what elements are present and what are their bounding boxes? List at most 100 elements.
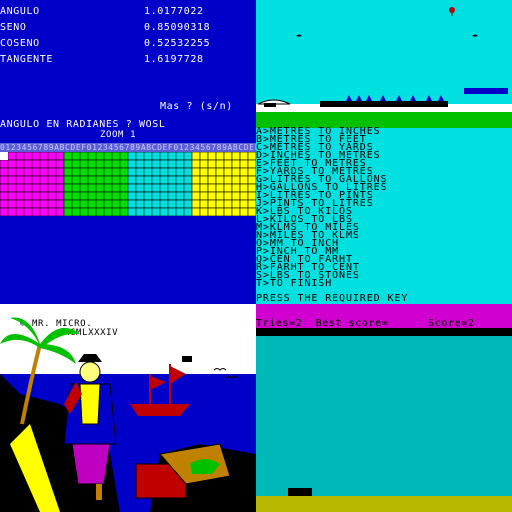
grid-cell	[47, 207, 57, 216]
trig-value: 1.6197728	[144, 54, 204, 65]
grid-cell	[223, 191, 233, 201]
color-grid[interactable]	[0, 152, 256, 216]
grid-cell	[175, 175, 185, 185]
grid-cell	[159, 167, 169, 177]
grid-cell	[0, 199, 9, 209]
grid-cell	[135, 199, 145, 209]
grid-cell	[63, 167, 73, 177]
grid-cell	[239, 191, 249, 201]
grid-cursor	[0, 152, 8, 160]
grid-cell	[199, 152, 209, 161]
grid-cell	[231, 207, 241, 216]
grid-cell	[0, 167, 9, 177]
landscape-scene	[256, 0, 512, 128]
grid-cell	[63, 207, 73, 216]
grid-cell	[111, 183, 121, 193]
menu-item[interactable]: T>TO FINISH	[256, 279, 388, 289]
grid-cell	[15, 167, 25, 177]
grid-cell	[191, 191, 201, 201]
grid-cell	[55, 152, 65, 161]
paddle-icon[interactable]	[288, 488, 312, 496]
grid-cell	[31, 207, 41, 216]
grid-cell	[55, 175, 65, 185]
grid-cell	[143, 199, 153, 209]
grid-cell	[151, 159, 161, 169]
grid-cell	[239, 167, 249, 177]
grid-cell	[39, 207, 49, 216]
grid-cell	[175, 199, 185, 209]
grid-cell	[111, 199, 121, 209]
grid-cell	[7, 191, 17, 201]
grid-cell	[239, 159, 249, 169]
grid-cell	[31, 167, 41, 177]
pirate-artwork-panel: © MR. MICRO. MCMLXXXIV	[0, 304, 256, 512]
grid-cell	[247, 167, 256, 177]
grid-cell	[199, 199, 209, 209]
grid-cell	[63, 191, 73, 201]
grid-cell	[0, 159, 9, 169]
grid-cell	[127, 175, 137, 185]
grid-cell	[239, 199, 249, 209]
grid-cell	[15, 183, 25, 193]
grid-cell	[119, 159, 129, 169]
grid-cell	[7, 183, 17, 193]
grid-cell	[247, 175, 256, 185]
grid-cell	[215, 207, 225, 216]
grid-cell	[71, 159, 81, 169]
grid-cell	[0, 183, 9, 193]
grid-cell	[191, 207, 201, 216]
grid-cell	[151, 191, 161, 201]
grid-cell	[87, 199, 97, 209]
radians-input-prompt[interactable]: ANGULO EN RADIANES ? WOSL	[0, 120, 166, 130]
trig-row-cosine: COSENO 0.52532255	[0, 39, 256, 51]
grid-cell	[55, 167, 65, 177]
grid-cell	[31, 152, 41, 161]
grid-cell	[7, 199, 17, 209]
grid-cell	[135, 207, 145, 216]
grid-cell	[87, 159, 97, 169]
grid-cell	[103, 152, 113, 161]
grid-cell	[167, 207, 177, 216]
grid-cell	[247, 159, 256, 169]
grid-cell	[231, 152, 241, 161]
grid-cell	[15, 152, 25, 161]
grid-cell	[119, 191, 129, 201]
grid-cell	[15, 191, 25, 201]
grid-cell	[71, 152, 81, 161]
grid-cell	[71, 199, 81, 209]
palm-leaves-icon	[0, 317, 80, 364]
grid-cell	[239, 175, 249, 185]
grid-cell	[87, 152, 97, 161]
grid-cell	[135, 159, 145, 169]
grid-cell	[175, 159, 185, 169]
floor	[256, 496, 512, 512]
grid-cell	[135, 183, 145, 193]
grid-cell	[7, 159, 17, 169]
grid-cell	[119, 167, 129, 177]
grid-cell	[55, 199, 65, 209]
grid-cell	[23, 167, 33, 177]
grid-cell	[143, 175, 153, 185]
grid-cell	[143, 159, 153, 169]
grid-cell	[183, 183, 193, 193]
grid-cell	[199, 167, 209, 177]
grid-cell	[191, 199, 201, 209]
grid-cell	[183, 199, 193, 209]
grid-cell	[223, 159, 233, 169]
grid-cell	[47, 152, 57, 161]
grid-cell	[151, 183, 161, 193]
grid-cell	[31, 159, 41, 169]
grid-cell	[31, 175, 41, 185]
grid-cell	[207, 167, 217, 177]
grid-cell	[111, 207, 121, 216]
grid-cell	[223, 175, 233, 185]
grid-cell	[23, 152, 33, 161]
grid-cell	[87, 207, 97, 216]
grid-cell	[151, 207, 161, 216]
grid-cell	[175, 167, 185, 177]
grid-cell	[15, 207, 25, 216]
grid-cell	[95, 191, 105, 201]
grid-cell	[71, 175, 81, 185]
grid-cell	[159, 152, 169, 161]
grid-cell	[231, 183, 241, 193]
